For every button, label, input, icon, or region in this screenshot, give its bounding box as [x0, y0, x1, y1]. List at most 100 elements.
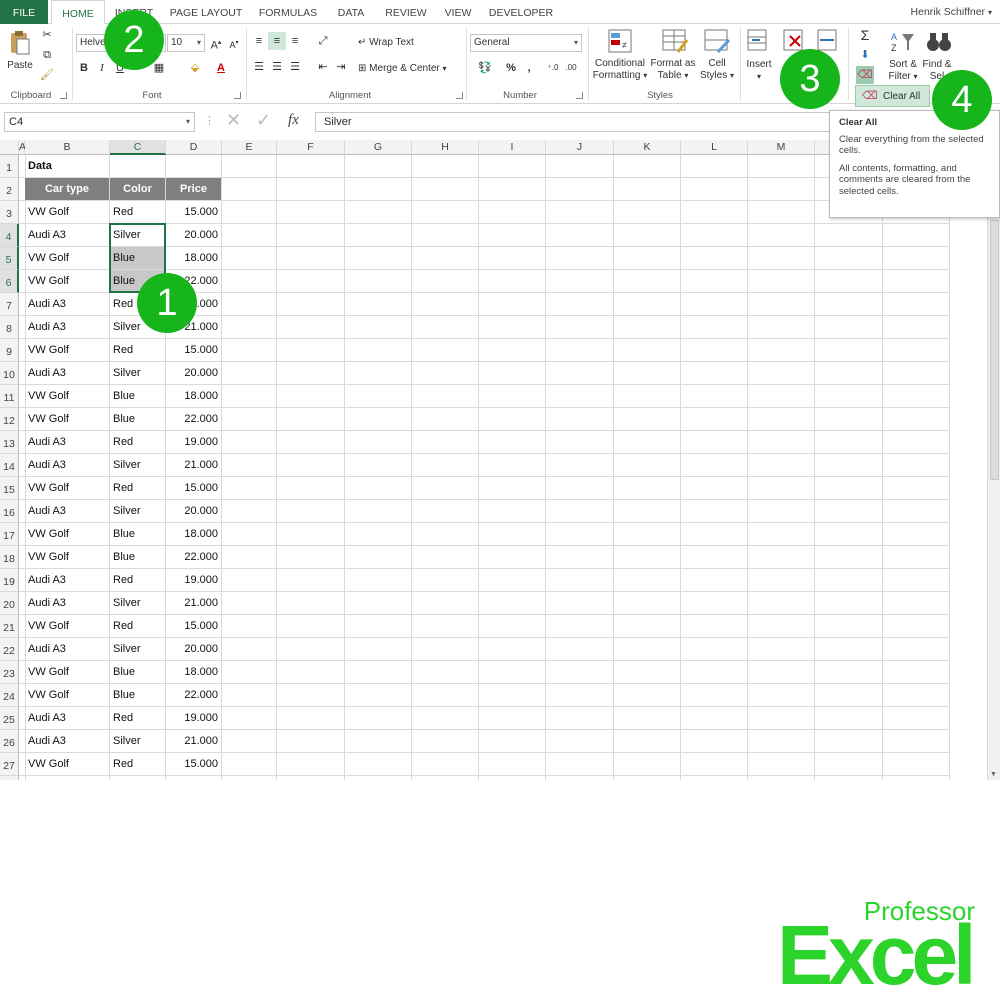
grid-cell[interactable] [883, 615, 950, 638]
table-cell[interactable]: Audi A3 [25, 569, 110, 592]
row-header[interactable]: 7 [0, 293, 19, 316]
grid-cell[interactable] [883, 362, 950, 385]
grid-cell[interactable] [345, 776, 412, 780]
conditional-formatting-button[interactable]: Conditional Formatting ▾ [590, 58, 650, 82]
grid-cell[interactable] [412, 339, 479, 362]
grid-cell[interactable] [614, 546, 681, 569]
table-cell[interactable]: VW Golf [25, 270, 110, 293]
grid-cell[interactable] [815, 477, 883, 500]
grid-cell[interactable] [748, 362, 815, 385]
grid-cell[interactable] [479, 569, 546, 592]
table-cell[interactable]: 20.000 [166, 362, 222, 385]
table-cell[interactable]: Blue [110, 247, 166, 270]
grid-cell[interactable] [479, 615, 546, 638]
grid-cell[interactable] [614, 684, 681, 707]
grid-cell[interactable] [222, 339, 277, 362]
table-cell[interactable]: Audi A3 [25, 707, 110, 730]
clear-eraser-icon[interactable]: ⌫ [856, 66, 874, 84]
grid-cell[interactable] [748, 592, 815, 615]
grid-cell[interactable] [412, 477, 479, 500]
row-header[interactable]: 11 [0, 385, 19, 408]
tab-data[interactable]: DATA [331, 0, 371, 24]
grid-cell[interactable] [546, 753, 614, 776]
grid-cell[interactable] [479, 523, 546, 546]
table-cell[interactable]: 15.000 [166, 477, 222, 500]
grid-cell[interactable] [815, 546, 883, 569]
italic-icon[interactable]: I [93, 59, 111, 77]
grid-cell[interactable] [748, 339, 815, 362]
table-header-cell[interactable]: Price [166, 178, 222, 201]
formula-input[interactable]: Silver [315, 112, 835, 132]
font-launcher-icon[interactable] [234, 92, 241, 99]
grid-cell[interactable] [345, 638, 412, 661]
orientation-icon[interactable]: ⤢ [314, 32, 332, 50]
grid-cell[interactable] [345, 316, 412, 339]
grid-cell[interactable] [815, 339, 883, 362]
table-cell[interactable]: Red [110, 569, 166, 592]
grid-cell[interactable] [166, 155, 222, 178]
column-header-e[interactable]: E [222, 140, 277, 155]
grid-cell[interactable] [222, 270, 277, 293]
grid-cell[interactable] [748, 224, 815, 247]
grid-cell[interactable] [681, 339, 748, 362]
table-cell[interactable]: Silver [110, 500, 166, 523]
grid-cell[interactable] [222, 362, 277, 385]
grid-cell[interactable] [614, 523, 681, 546]
grid-cell[interactable] [883, 523, 950, 546]
grid-cell[interactable] [681, 270, 748, 293]
table-cell[interactable]: 18.000 [166, 247, 222, 270]
align-left-icon[interactable]: ☰ [250, 58, 268, 76]
grid-cell[interactable] [277, 362, 345, 385]
grid-cell[interactable] [883, 707, 950, 730]
grid-cell[interactable] [748, 155, 815, 178]
grid-cell[interactable] [277, 753, 345, 776]
tab-developer[interactable]: DEVELOPER [485, 0, 557, 24]
grid-cell[interactable] [222, 155, 277, 178]
grid-cell[interactable] [479, 247, 546, 270]
grid-cell[interactable] [412, 431, 479, 454]
column-header-g[interactable]: G [345, 140, 412, 155]
table-cell[interactable]: 15.000 [166, 201, 222, 224]
tab-page-layout[interactable]: PAGE LAYOUT [165, 0, 247, 24]
grid-cell[interactable] [681, 776, 748, 780]
grid-cell[interactable] [883, 431, 950, 454]
grid-cell[interactable] [614, 247, 681, 270]
table-cell[interactable]: Red [110, 477, 166, 500]
table-cell[interactable]: Red [110, 615, 166, 638]
table-cell[interactable]: 21.000 [166, 730, 222, 753]
fill-color-icon[interactable]: ⬙ [186, 59, 204, 77]
grid-cell[interactable] [479, 707, 546, 730]
grid-cell[interactable] [277, 247, 345, 270]
grid-cell[interactable] [479, 316, 546, 339]
grid-cell[interactable] [479, 477, 546, 500]
grid-cell[interactable] [479, 776, 546, 780]
grid-cell[interactable] [614, 753, 681, 776]
grid-cell[interactable] [479, 500, 546, 523]
grid-cell[interactable] [546, 385, 614, 408]
grid-cell[interactable] [614, 569, 681, 592]
table-cell[interactable]: 22.000 [166, 408, 222, 431]
table-cell[interactable]: VW Golf [25, 753, 110, 776]
grid-cell[interactable] [412, 661, 479, 684]
table-cell[interactable]: Red [110, 201, 166, 224]
grid-cell[interactable] [222, 638, 277, 661]
row-header[interactable]: 24 [0, 684, 19, 707]
vertical-scrollbar[interactable]: ▲ ▼ [987, 140, 1000, 780]
grid-cell[interactable] [546, 638, 614, 661]
table-cell[interactable]: Audi A3 [25, 638, 110, 661]
row-header[interactable]: 6 [0, 270, 19, 293]
table-cell[interactable]: Audi A3 [25, 224, 110, 247]
table-cell[interactable]: Blue [110, 523, 166, 546]
row-header[interactable]: 18 [0, 546, 19, 569]
grid-cell[interactable] [479, 339, 546, 362]
paste-button[interactable]: Paste [4, 60, 36, 72]
grid-cell[interactable] [681, 523, 748, 546]
grid-cell[interactable] [479, 546, 546, 569]
grid-cell[interactable] [815, 776, 883, 780]
grid-cell[interactable] [815, 730, 883, 753]
column-header-l[interactable]: L [681, 140, 748, 155]
column-header-m[interactable]: M [748, 140, 815, 155]
grid-cell[interactable] [748, 500, 815, 523]
cancel-icon[interactable]: ✕ [226, 110, 241, 131]
table-cell[interactable]: Red [110, 707, 166, 730]
